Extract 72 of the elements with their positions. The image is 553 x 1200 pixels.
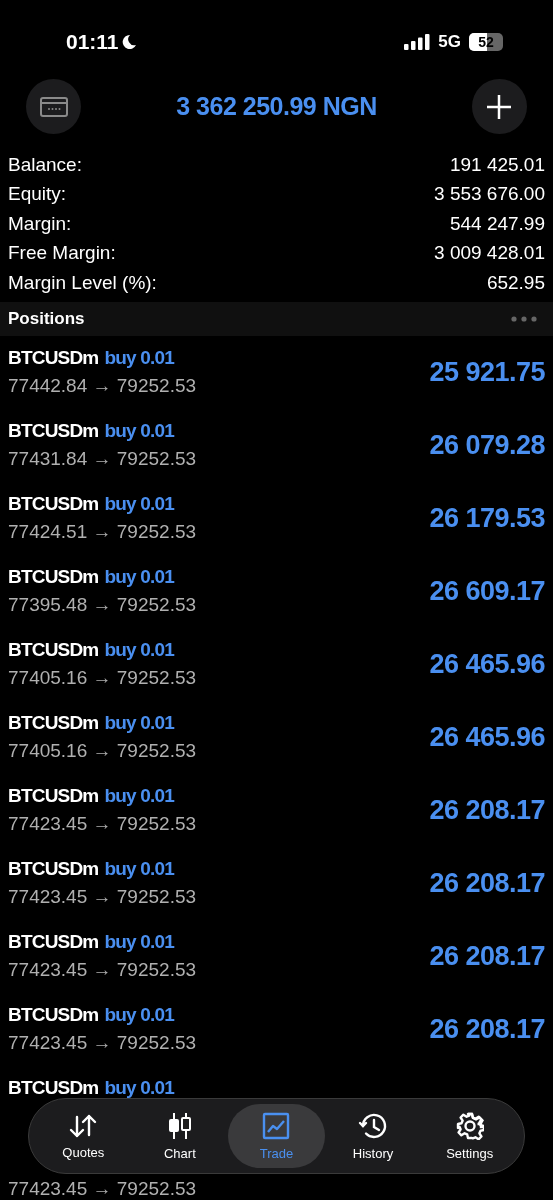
position-side: buy 0.01 <box>104 930 175 954</box>
position-prices: 77405.16 → 79252.53 <box>8 666 197 690</box>
more-icon[interactable] <box>511 315 537 322</box>
status-time: 01:11 <box>66 30 119 54</box>
account-balance-title: 3 362 250.99 NGN <box>176 92 377 121</box>
summary-value: 3 009 428.01 <box>434 242 545 265</box>
position-prices: 77424.51 → 79252.53 <box>8 520 197 544</box>
summary-value: 544 247.99 <box>449 212 545 235</box>
position-side: buy 0.01 <box>104 711 175 735</box>
position-profit: 26 208.17 <box>429 794 545 826</box>
position-symbol: BTCUSDm <box>8 638 99 662</box>
summary-label: Balance: <box>8 153 82 176</box>
network-label: 5G <box>438 32 461 52</box>
position-profit: 26 208.17 <box>429 940 545 972</box>
summary-value: 3 553 676.00 <box>434 183 545 206</box>
position-prices: 77405.16 → 79252.53 <box>8 739 197 763</box>
position-symbol: BTCUSDm <box>8 565 99 589</box>
position-side: buy 0.01 <box>104 638 175 662</box>
summary-label: Margin: <box>8 212 72 235</box>
summary-label: Free Margin: <box>8 242 116 265</box>
position-profit: 26 079.28 <box>429 429 545 461</box>
position-symbol: BTCUSDm <box>8 784 99 808</box>
positions-title: Positions <box>8 308 85 329</box>
position-symbol: BTCUSDm <box>8 492 99 516</box>
signal-icon <box>404 34 431 50</box>
position-prices: 77423.45 → 79252.53 <box>8 1177 197 1200</box>
candlestick-icon <box>167 1111 192 1140</box>
settings-icon <box>455 1111 484 1140</box>
position-profit: 26 208.17 <box>429 867 545 899</box>
position-side: buy 0.01 <box>104 1076 175 1100</box>
card-icon <box>39 96 68 117</box>
position-symbol: BTCUSDm <box>8 1076 99 1100</box>
position-profit: 26 465.96 <box>429 721 545 753</box>
history-icon <box>358 1111 389 1140</box>
position-profit: 26 465.96 <box>429 648 545 680</box>
plus-icon <box>486 93 513 120</box>
tab-button[interactable]: History <box>324 1104 422 1168</box>
tab-button[interactable]: Settings <box>421 1104 518 1168</box>
position-side: buy 0.01 <box>104 565 175 589</box>
position-symbol: BTCUSDm <box>8 419 99 443</box>
position-side: buy 0.01 <box>104 857 175 881</box>
position-profit: 25 921.75 <box>429 356 545 388</box>
position-symbol: BTCUSDm <box>8 711 99 735</box>
position-profit: 26 179.53 <box>429 502 545 534</box>
position-prices: 77423.45 → 79252.53 <box>8 1031 197 1055</box>
moon-icon <box>120 34 137 50</box>
position-side: buy 0.01 <box>104 492 175 516</box>
position-prices: 77423.45 → 79252.53 <box>8 958 197 982</box>
position-symbol: BTCUSDm <box>8 930 99 954</box>
summary-label: Equity: <box>8 183 67 206</box>
position-side: buy 0.01 <box>104 346 175 370</box>
position-prices: 77395.48 → 79252.53 <box>8 593 197 617</box>
position-prices: 77431.84 → 79252.53 <box>8 447 197 471</box>
line-chart-icon <box>262 1111 291 1140</box>
position-profit: 26 609.17 <box>429 575 545 607</box>
summary-label: Margin Level (%): <box>8 271 157 294</box>
position-profit: 26 208.17 <box>429 1013 545 1045</box>
position-symbol: BTCUSDm <box>8 346 99 370</box>
position-symbol: BTCUSDm <box>8 1003 99 1027</box>
position-prices: 77423.45 → 79252.53 <box>8 885 197 909</box>
tab-button[interactable]: Quotes <box>35 1104 132 1168</box>
summary-value: 652.95 <box>486 271 545 294</box>
position-side: buy 0.01 <box>104 784 175 808</box>
position-symbol: BTCUSDm <box>8 857 99 881</box>
position-prices: 77442.84 → 79252.53 <box>8 374 197 398</box>
tab-button[interactable]: Chart <box>131 1104 229 1168</box>
swap-arrows-icon <box>68 1112 99 1139</box>
position-side: buy 0.01 <box>104 1003 175 1027</box>
summary-value: 191 425.01 <box>449 153 545 176</box>
tab-button[interactable]: Trade <box>228 1104 325 1168</box>
position-prices: 77423.45 → 79252.53 <box>8 812 197 836</box>
position-side: buy 0.01 <box>104 419 175 443</box>
